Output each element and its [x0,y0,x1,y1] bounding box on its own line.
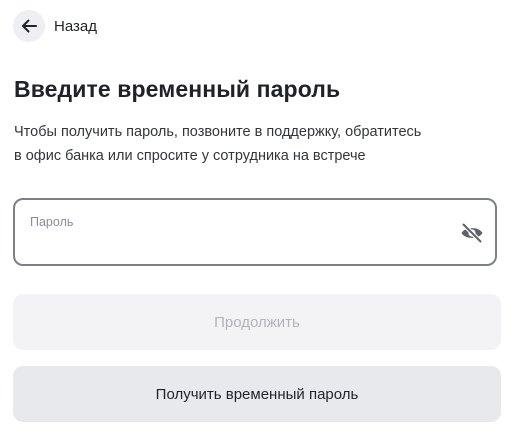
arrow-left-icon [22,19,37,33]
back-label[interactable]: Назад [54,18,97,35]
subtitle-line-1: Чтобы получить пароль, позвоните в подде… [14,124,422,140]
page-title: Введите временный пароль [14,76,341,102]
get-temporary-password-button[interactable]: Получить временный пароль [13,366,501,422]
eye-off-icon [461,223,483,243]
back-button[interactable]: Назад [13,10,97,42]
subtitle-line-2: в офис банка или спросите у сотрудника н… [14,148,366,164]
password-input[interactable] [29,234,449,256]
back-icon-circle[interactable] [13,10,45,42]
password-field[interactable]: Пароль [13,198,497,266]
continue-button[interactable]: Продолжить [13,294,501,350]
password-field-label: Пароль [30,215,74,229]
page-subtitle: Чтобы получить пароль, позвоните в подде… [14,120,494,168]
toggle-visibility-button[interactable] [459,222,485,244]
